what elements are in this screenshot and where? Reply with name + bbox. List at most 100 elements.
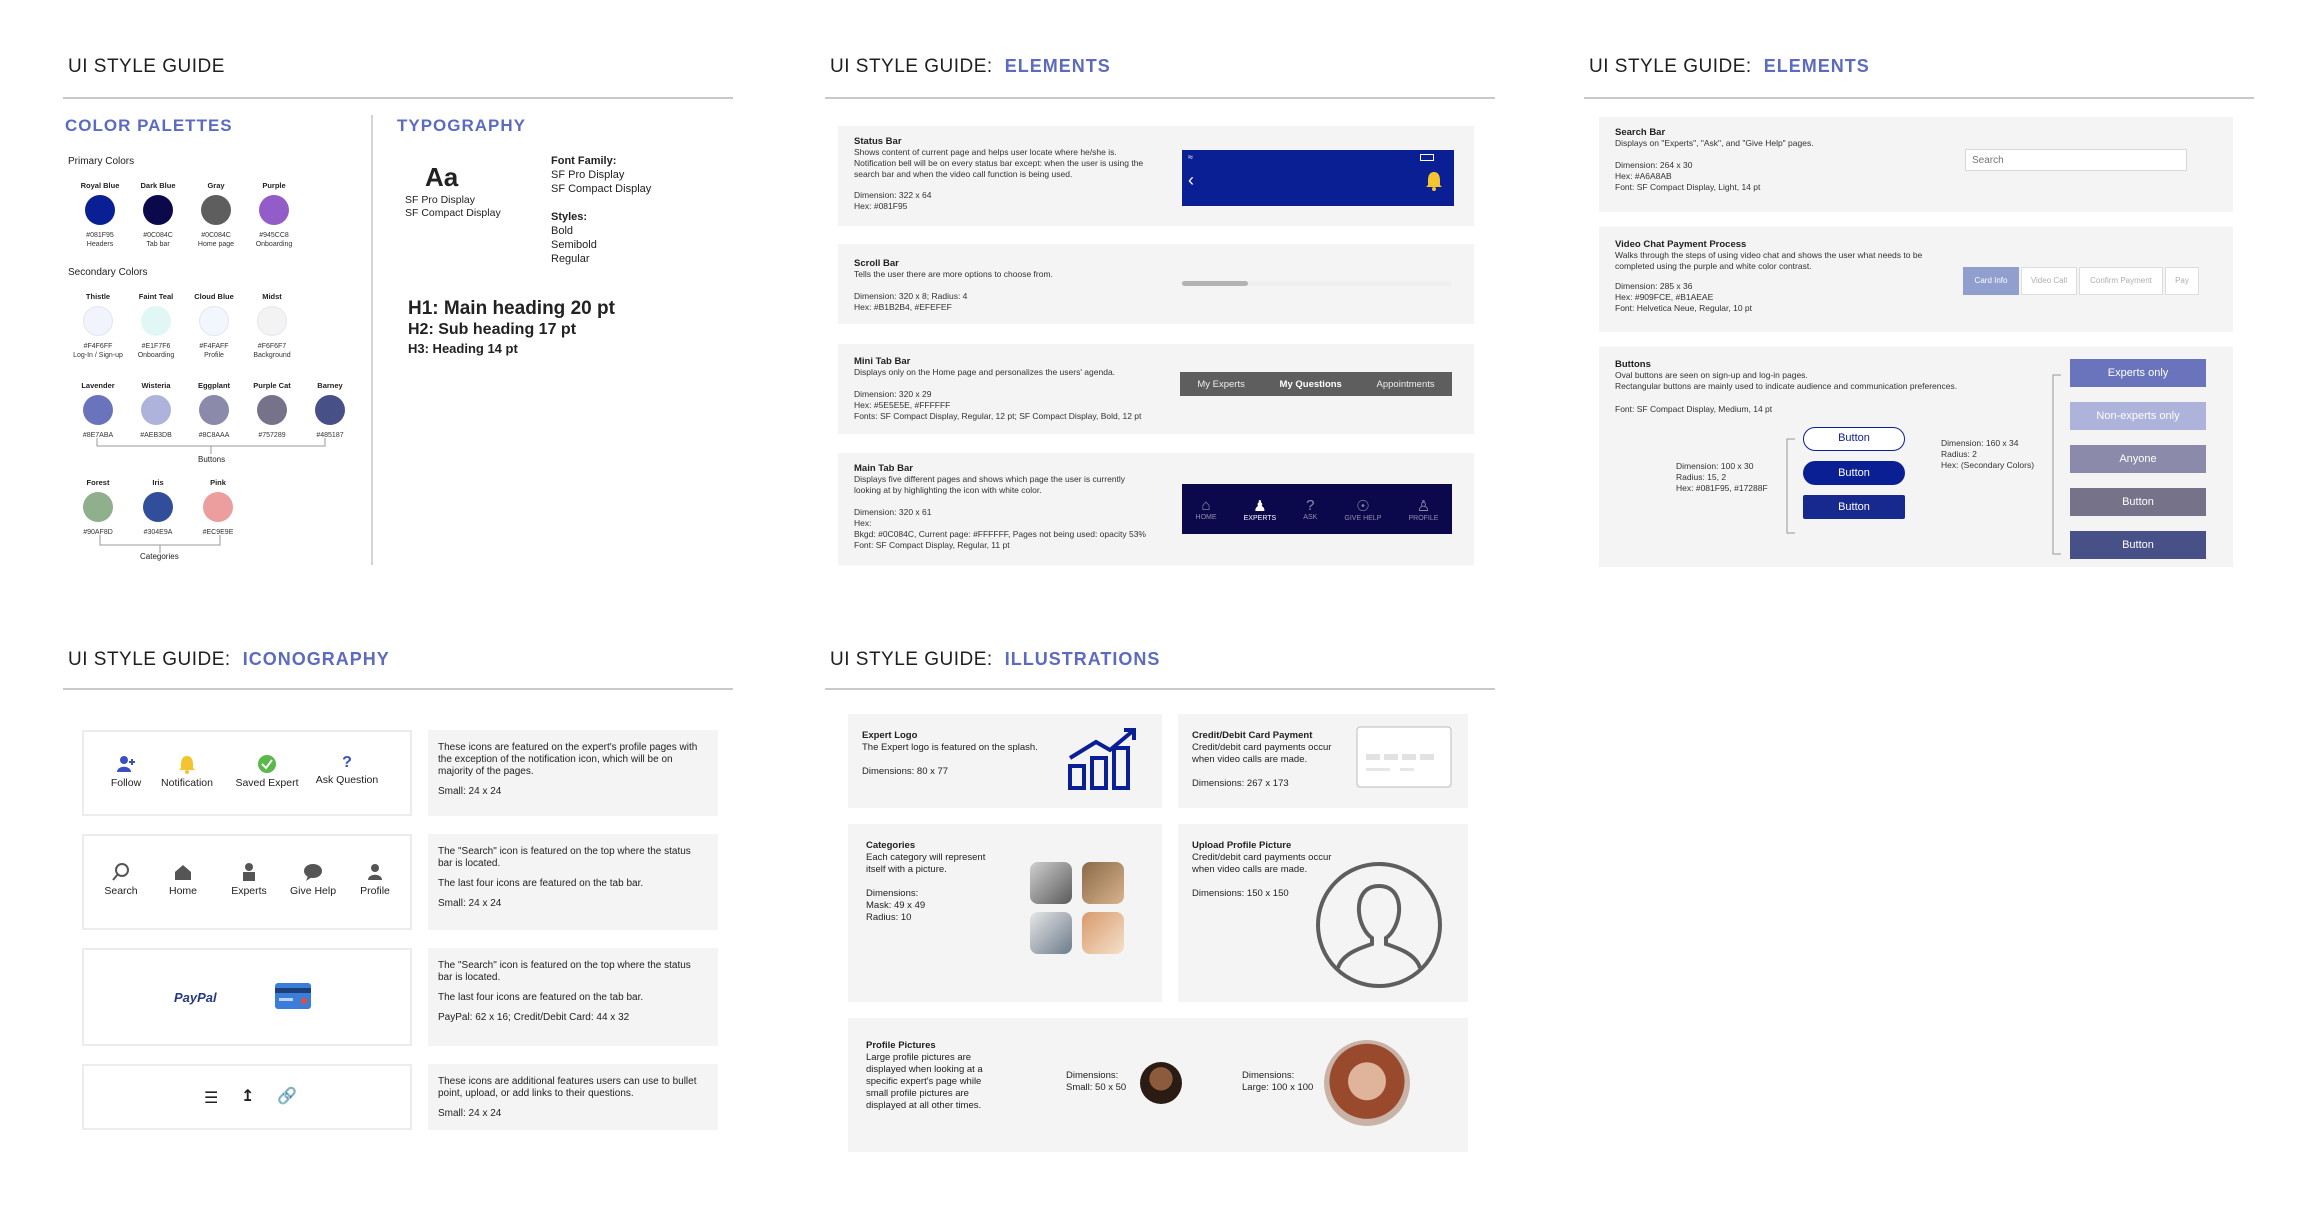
upload-icon[interactable]: ↥	[241, 1086, 254, 1106]
style-semibold: Semibold	[551, 239, 597, 251]
mini-tab-appointments[interactable]: Appointments	[1377, 379, 1435, 390]
secondary-color-name: Thistle	[85, 292, 111, 301]
profile-large-dim: Large: 100 x 100	[1242, 1082, 1314, 1093]
square-button-filled[interactable]: Button	[1803, 495, 1905, 519]
panel-2-divider	[825, 97, 1495, 99]
scroll-thumb[interactable]	[1182, 281, 1248, 286]
buttons-colors-label: Buttons	[198, 455, 226, 464]
scroll-track[interactable]	[1182, 281, 1452, 286]
link-icon[interactable]: 🔗	[277, 1086, 297, 1106]
buttons-bracket	[96, 438, 326, 454]
upload-profile-dim: Dimensions: 150 x 150	[1192, 888, 1289, 899]
step-video-call[interactable]: Video Call	[2021, 267, 2077, 295]
profile-label: Profile	[360, 885, 390, 897]
secondary-color-hex: #F4FAFF	[199, 343, 229, 350]
secondary-color-name: Faint Teal	[138, 292, 174, 301]
button-color-swatch	[141, 395, 171, 425]
scroll-bar-card: Scroll Bar Tells the user there are more…	[838, 244, 1474, 324]
mini-tab-my-experts[interactable]: My Experts	[1197, 379, 1245, 390]
icon-row-2-note-1: The "Search" icon is featured on the top…	[438, 846, 691, 869]
category-image-food[interactable]	[1082, 912, 1124, 954]
experts-item[interactable]: Experts	[224, 862, 274, 897]
mini-tab-my-questions[interactable]: My Questions	[1280, 379, 1342, 390]
bullet-list-icon[interactable]: ☰	[204, 1088, 218, 1108]
profile-small-dim: Small: 50 x 50	[1066, 1082, 1127, 1093]
icon-row-1-note-text: These icons are featured on the expert's…	[438, 742, 698, 777]
categories-heading: Categories	[866, 840, 916, 851]
back-arrow-icon[interactable]: ‹	[1188, 170, 1194, 191]
category-image-computer[interactable]	[1030, 912, 1072, 954]
ask-question-label: Ask Question	[315, 774, 379, 786]
credit-card-illustration	[1356, 726, 1452, 788]
profile-picture-large[interactable]	[1324, 1040, 1410, 1126]
h2-sample: H2: Sub heading 17 pt	[408, 321, 577, 338]
home-icon: ⌂	[1201, 497, 1211, 514]
upload-profile-placeholder-icon[interactable]	[1314, 860, 1444, 990]
home-item[interactable]: Home	[160, 862, 206, 897]
search-label: Search	[104, 885, 138, 897]
follow-icon	[117, 756, 135, 772]
step-card-info[interactable]: Card Info	[1963, 267, 2019, 295]
main-tab-experts[interactable]: ♟ EXPERTS	[1244, 497, 1277, 522]
rect-button-barney[interactable]: Button	[2070, 531, 2206, 559]
secondary-color-use: Profile	[204, 352, 224, 359]
experts-only-button[interactable]: Experts only	[2070, 359, 2206, 387]
search-input[interactable]	[1965, 149, 2187, 171]
video-chat-card: Video Chat Payment Process Walks through…	[1599, 227, 2233, 332]
primary-color-swatch	[143, 195, 173, 225]
main-tab-home[interactable]: ⌂ HOME	[1196, 497, 1217, 521]
mini-tab-card: Mini Tab Bar Displays only on the Home p…	[838, 344, 1474, 434]
main-tab-hex: Hex:	[854, 518, 872, 528]
scroll-bar-dim: Dimension: 320 x 8; Radius: 4	[854, 291, 968, 301]
primary-color-hex: #0C084C	[143, 232, 173, 239]
credit-card-dim: Dimensions: 267 x 173	[1192, 778, 1289, 789]
buttons-card: Buttons Oval buttons are seen on sign-up…	[1599, 347, 2233, 567]
main-tab-ask[interactable]: ? ASK	[1303, 497, 1317, 521]
video-chat-desc: Walks through the steps of using video c…	[1615, 250, 1923, 271]
search-bar-font: Font: SF Compact Display, Light, 14 pt	[1615, 182, 1761, 192]
anyone-button[interactable]: Anyone	[2070, 445, 2206, 473]
scroll-bar-desc: Tells the user there are more options to…	[854, 269, 1053, 279]
step-confirm-payment[interactable]: Confirm Payment	[2079, 267, 2163, 295]
non-experts-only-button[interactable]: Non-experts only	[2070, 402, 2206, 430]
panel-3-title-text: UI STYLE GUIDE:	[1589, 56, 1752, 77]
give-help-item[interactable]: Give Help	[284, 862, 342, 897]
category-color-swatch	[143, 492, 173, 522]
primary-color-swatch	[259, 195, 289, 225]
expert-logo-icon	[1068, 728, 1136, 790]
primary-color-hex: #945CC8	[259, 232, 289, 239]
oval-button-filled[interactable]: Button	[1803, 461, 1905, 485]
wifi-icon: ≈	[1188, 152, 1193, 162]
step-pay[interactable]: Pay	[2165, 267, 2199, 295]
category-image-tools[interactable]	[1082, 862, 1124, 904]
mini-tab-fonts: Fonts: SF Compact Display, Regular, 12 p…	[854, 411, 1142, 421]
profile-picture-small[interactable]	[1140, 1062, 1182, 1104]
buttons-heading: Buttons	[1615, 359, 1651, 370]
main-tab-give-help[interactable]: ☉ GIVE HELP	[1344, 497, 1381, 522]
panel-2-title-text: UI STYLE GUIDE:	[830, 56, 993, 77]
secondary-color-hex: #F4F6FF	[83, 343, 113, 350]
experts-icon	[243, 863, 255, 881]
give-help-icon: ☉	[1356, 497, 1370, 515]
main-tab-profile[interactable]: ♙ PROFILE	[1408, 497, 1438, 522]
rect-button-purple-cat[interactable]: Button	[2070, 488, 2206, 516]
scroll-bar-heading: Scroll Bar	[854, 258, 899, 269]
search-item[interactable]: Search	[98, 862, 144, 897]
notification-bell-icon[interactable]	[1424, 170, 1444, 192]
notification-item[interactable]: Notification	[156, 754, 218, 789]
category-image-printer[interactable]	[1030, 862, 1072, 904]
video-chat-dim: Dimension: 285 x 36	[1615, 281, 1693, 291]
panel-4-divider	[63, 688, 733, 690]
panel-3-title: UI STYLE GUIDE: ELEMENTS	[1589, 56, 1870, 78]
profile-item[interactable]: Profile	[352, 862, 398, 897]
follow-item[interactable]: Follow	[106, 754, 146, 789]
saved-expert-item[interactable]: Saved Expert	[234, 754, 300, 789]
main-tab-give-help-label: GIVE HELP	[1344, 514, 1382, 522]
paypal-icon: PayPal	[174, 990, 217, 1005]
icon-row-3-size: PayPal: 62 x 16; Credit/Debit Card: 44 x…	[438, 1012, 630, 1023]
ask-question-item[interactable]: ? Ask Question	[312, 754, 382, 786]
panel-2-title: UI STYLE GUIDE: ELEMENTS	[830, 56, 1111, 78]
mini-tab-hex: Hex: #5E5E5E, #FFFFFF	[854, 400, 951, 410]
panel-3-title-accent: ELEMENTS	[1763, 56, 1870, 76]
oval-button-outline[interactable]: Button	[1803, 427, 1905, 451]
